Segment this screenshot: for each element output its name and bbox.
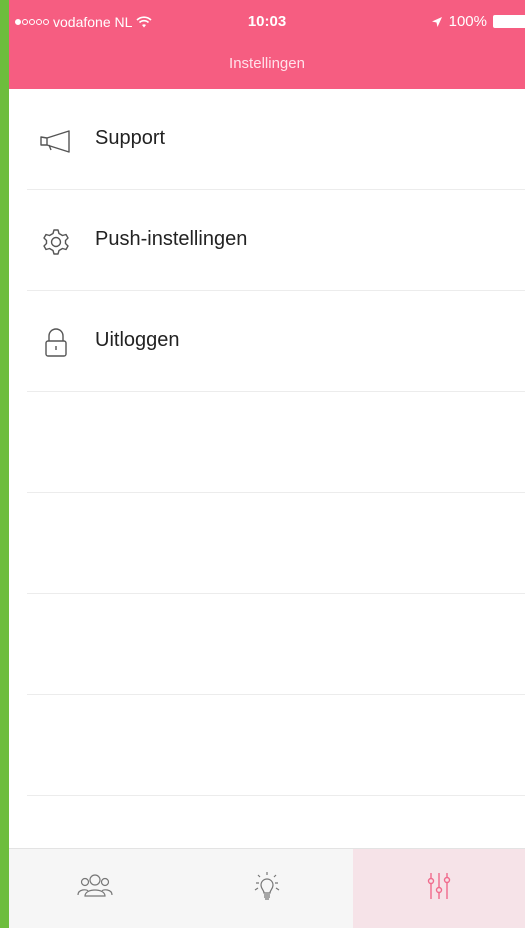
lightbulb-icon — [254, 872, 280, 900]
battery-icon — [493, 15, 525, 28]
logout-label: Uitloggen — [95, 329, 180, 351]
location-arrow-icon — [431, 16, 442, 27]
gear-icon — [43, 229, 69, 255]
app-header: vodafone NL 10:03 100% Instellingen — [9, 0, 525, 89]
logout-row[interactable]: Uitloggen — [9, 291, 525, 392]
status-bar: vodafone NL 10:03 100% — [9, 0, 525, 36]
lock-icon — [45, 328, 67, 357]
support-row[interactable]: Support — [9, 89, 525, 190]
tab-bar — [9, 848, 525, 928]
sliders-icon — [427, 873, 451, 899]
group-icon — [77, 874, 113, 897]
empty-row — [9, 392, 525, 493]
status-right: 100% — [431, 13, 525, 30]
support-label: Support — [95, 127, 166, 149]
empty-row — [9, 695, 525, 796]
megaphone-icon — [40, 130, 70, 153]
empty-row — [9, 493, 525, 594]
phone-screen: vodafone NL 10:03 100% Instellingen Supp… — [9, 0, 525, 928]
battery-percent: 100% — [448, 13, 487, 30]
push-settings-row[interactable]: Push-instellingen — [9, 190, 525, 291]
tab-ideas[interactable] — [181, 849, 353, 928]
settings-list: Support Push-instellingen Uitloggen — [9, 89, 525, 796]
empty-row — [9, 594, 525, 695]
tab-settings[interactable] — [353, 849, 525, 928]
push-settings-label: Push-instellingen — [95, 228, 248, 250]
tab-groups[interactable] — [9, 849, 181, 928]
page-title: Instellingen — [229, 55, 305, 72]
